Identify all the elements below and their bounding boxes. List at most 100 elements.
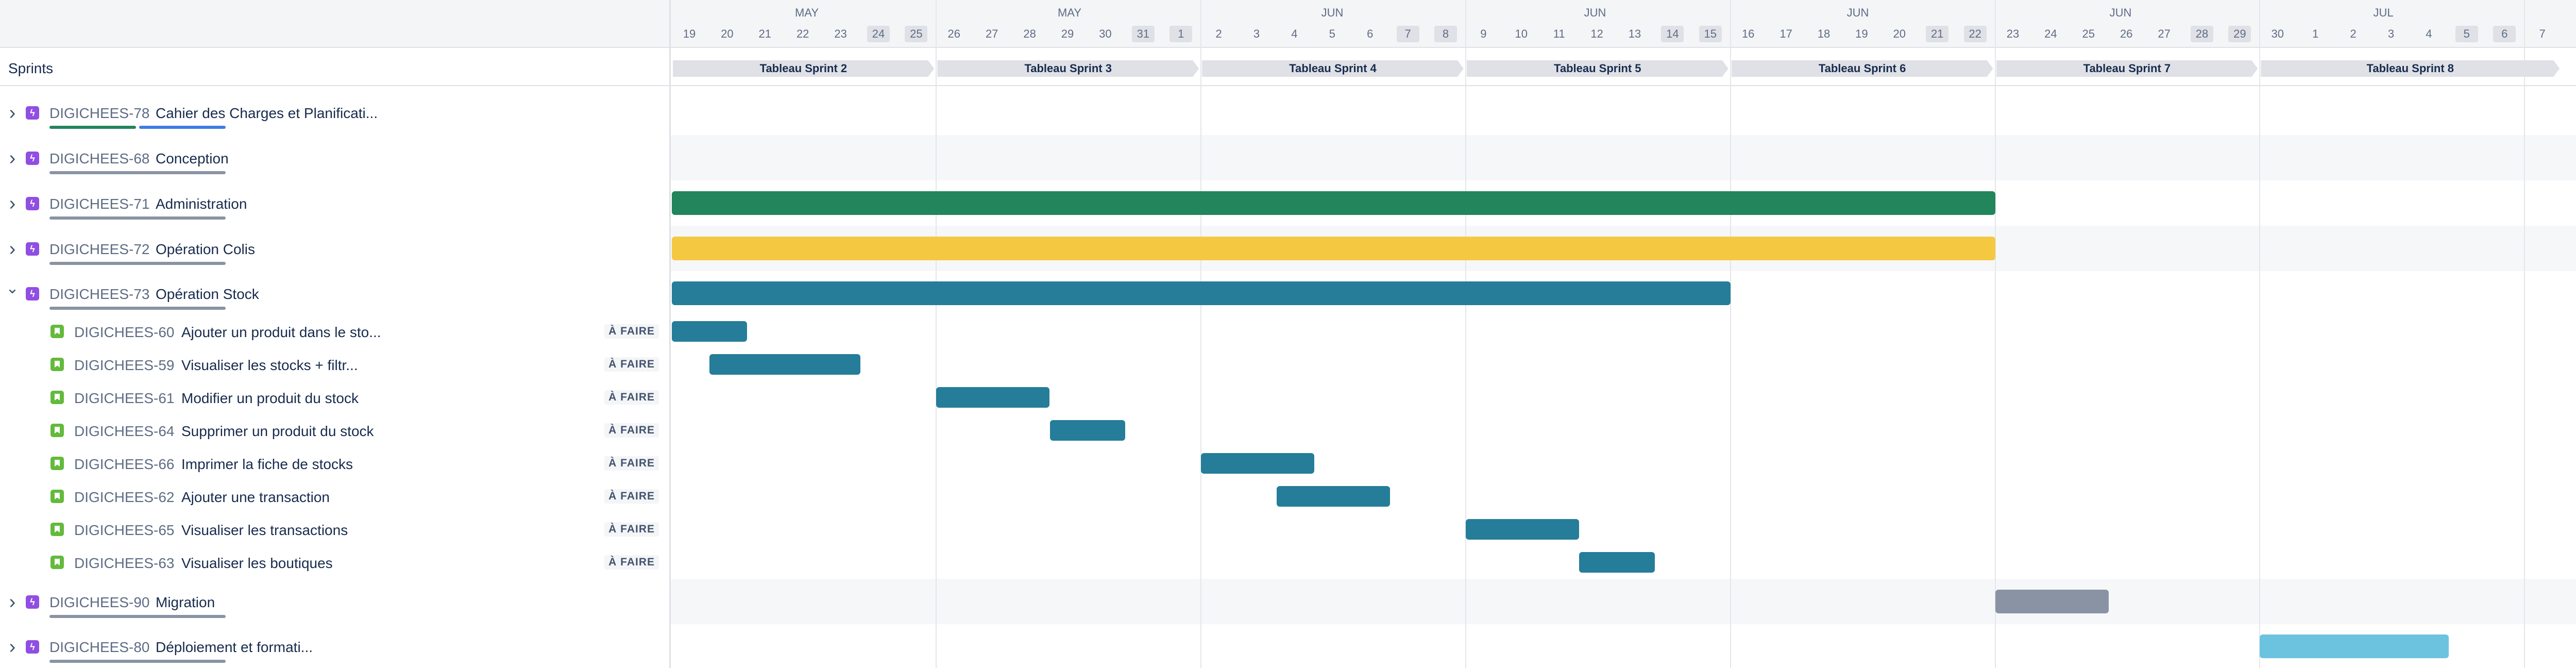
issue-key[interactable]: DIGICHEES-66 xyxy=(74,456,175,473)
issue-title[interactable]: Ajouter un produit dans le sto... xyxy=(181,324,381,341)
sprint-divider xyxy=(2524,0,2526,668)
issue-key[interactable]: DIGICHEES-90 xyxy=(49,594,150,611)
issue-title[interactable]: Supprimer un produit du stock xyxy=(181,423,374,440)
bookmark-icon xyxy=(50,358,64,371)
sprint-pill[interactable]: Tableau Sprint 7 xyxy=(1996,60,2258,77)
sprint-pill[interactable]: Tableau Sprint 6 xyxy=(1732,60,1993,77)
epic-row[interactable]: › ϟ DIGICHEES-72 Opération Colis xyxy=(0,226,669,271)
timeline-bar[interactable] xyxy=(671,281,1731,305)
issue-key[interactable]: DIGICHEES-73 xyxy=(49,286,150,303)
timeline-bar[interactable] xyxy=(1465,519,1580,540)
issue-key[interactable]: DIGICHEES-71 xyxy=(49,196,150,212)
day-label: 1 xyxy=(1170,26,1193,42)
issue-title[interactable]: Administration xyxy=(156,196,247,212)
day-label: 16 xyxy=(1741,27,1755,40)
issue-key[interactable]: DIGICHEES-78 xyxy=(49,105,150,122)
chevron-right-icon[interactable]: › xyxy=(5,239,20,259)
epic-row[interactable]: ⌄ ϟ DIGICHEES-73 Opération Stock xyxy=(0,271,669,315)
chevron-right-icon[interactable]: › xyxy=(5,592,20,612)
sprint-pill[interactable]: Tableau Sprint 4 xyxy=(1202,60,1464,77)
issue-title[interactable]: Visualiser les boutiques xyxy=(181,555,333,572)
timeline-bar[interactable] xyxy=(936,387,1050,408)
issue-key[interactable]: DIGICHEES-60 xyxy=(74,324,175,341)
status-badge[interactable]: À FAIRE xyxy=(604,489,659,504)
chevron-down-icon[interactable]: ⌄ xyxy=(5,280,20,296)
story-row[interactable]: DIGICHEES-64 Supprimer un produit du stoc… xyxy=(0,414,669,447)
story-row[interactable]: DIGICHEES-59 Visualiser les stocks + filt… xyxy=(0,348,669,381)
timeline-bar[interactable] xyxy=(2260,634,2449,658)
issue-key[interactable]: DIGICHEES-65 xyxy=(74,522,175,539)
status-badge[interactable]: À FAIRE xyxy=(604,324,659,339)
issue-title[interactable]: Opération Stock xyxy=(156,286,259,303)
issue-key[interactable]: DIGICHEES-80 xyxy=(49,639,150,656)
issue-key[interactable]: DIGICHEES-68 xyxy=(49,151,150,167)
status-badge[interactable]: À FAIRE xyxy=(604,423,659,438)
sprint-pill[interactable]: Tableau Sprint 8 xyxy=(2261,60,2560,77)
story-row[interactable]: DIGICHEES-66 Imprimer la fiche de stocks À… xyxy=(0,447,669,480)
status-badge[interactable]: À FAIRE xyxy=(604,390,659,405)
epic-row[interactable]: › ϟ DIGICHEES-71 Administration xyxy=(0,180,669,226)
issue-title[interactable]: Conception xyxy=(156,151,229,167)
timeline-bar[interactable] xyxy=(709,354,861,375)
timeline-bar[interactable] xyxy=(1995,590,2109,613)
issue-title[interactable]: Visualiser les transactions xyxy=(181,522,348,539)
issue-key[interactable]: DIGICHEES-61 xyxy=(74,390,175,407)
progress-bar-in-progress xyxy=(139,126,226,129)
issue-key[interactable]: DIGICHEES-72 xyxy=(49,241,150,258)
epic-row[interactable]: › ϟ DIGICHEES-90 Migration xyxy=(0,579,669,624)
day-label: 21 xyxy=(758,27,772,40)
sprint-pill[interactable]: Tableau Sprint 3 xyxy=(937,60,1199,77)
story-row[interactable]: DIGICHEES-61 Modifier un produit du stock… xyxy=(0,381,669,414)
day-label: 8 xyxy=(1434,26,1457,42)
story-row[interactable]: DIGICHEES-63 Visualiser les boutiques À FA… xyxy=(0,546,669,579)
sprint-pill[interactable]: Tableau Sprint 5 xyxy=(1467,60,1728,77)
day-label: 30 xyxy=(1099,27,1112,40)
sprint-pill[interactable]: Tableau Sprint 2 xyxy=(673,60,935,77)
day-label: 26 xyxy=(2120,27,2133,40)
chevron-right-icon[interactable]: › xyxy=(5,637,20,657)
timeline-bar[interactable] xyxy=(1579,552,1655,573)
issue-title[interactable]: Ajouter une transaction xyxy=(181,489,330,506)
timeline-bar[interactable] xyxy=(1049,420,1126,441)
timeline-bar[interactable] xyxy=(671,237,1995,260)
issue-key[interactable]: DIGICHEES-63 xyxy=(74,555,175,572)
day-label: 22 xyxy=(796,27,809,40)
issue-title[interactable]: Migration xyxy=(156,594,215,611)
issue-key[interactable]: DIGICHEES-59 xyxy=(74,357,175,374)
timeline-bar[interactable] xyxy=(671,321,748,342)
epic-row[interactable]: › ϟ DIGICHEES-68 Conception xyxy=(0,135,669,180)
status-badge[interactable]: À FAIRE xyxy=(604,357,659,372)
issue-title[interactable]: Modifier un produit du stock xyxy=(181,390,359,407)
issue-title[interactable]: Imprimer la fiche de stocks xyxy=(181,456,353,473)
chevron-right-icon[interactable]: › xyxy=(5,194,20,213)
issue-title[interactable]: Opération Colis xyxy=(156,241,255,258)
day-label: 6 xyxy=(2493,26,2516,42)
epic-row[interactable]: › ϟ DIGICHEES-80 Déploiement et formati... xyxy=(0,624,669,668)
day-label: 8 xyxy=(2569,26,2576,42)
timeline-bar[interactable] xyxy=(1201,453,1315,474)
chevron-right-icon[interactable]: › xyxy=(5,103,20,123)
issue-title[interactable]: Visualiser les stocks + filtr... xyxy=(181,357,358,374)
issue-title[interactable]: Cahier des Charges et Planificati... xyxy=(156,105,378,122)
issue-key[interactable]: DIGICHEES-64 xyxy=(74,423,175,440)
timeline-bar[interactable] xyxy=(671,191,1995,215)
story-row[interactable]: DIGICHEES-60 Ajouter un produit dans le s… xyxy=(0,315,669,348)
status-badge[interactable]: À FAIRE xyxy=(604,555,659,570)
lightning-icon: ϟ xyxy=(26,197,39,210)
status-badge[interactable]: À FAIRE xyxy=(604,522,659,537)
month-label: JUN xyxy=(1846,6,1869,19)
day-label: 4 xyxy=(2426,27,2432,40)
progress-bar-done xyxy=(49,126,136,129)
issue-key[interactable]: DIGICHEES-62 xyxy=(74,489,175,506)
status-badge[interactable]: À FAIRE xyxy=(604,456,659,471)
story-row[interactable]: DIGICHEES-62 Ajouter une transaction À FAI… xyxy=(0,480,669,513)
month-label: JUN xyxy=(2109,6,2132,19)
story-row[interactable]: DIGICHEES-65 Visualiser les transactions À… xyxy=(0,513,669,546)
issue-list-panel: Sprints › ϟ DIGICHEES-78 Cahier des Charges… xyxy=(0,0,671,668)
chevron-right-icon[interactable]: › xyxy=(5,148,20,168)
timeline-bar[interactable] xyxy=(1276,486,1391,507)
issue-title[interactable]: Déploiement et formati... xyxy=(156,639,313,656)
epic-row[interactable]: › ϟ DIGICHEES-78 Cahier des Charges et Plan… xyxy=(0,90,669,135)
day-label: 9 xyxy=(1480,27,1487,40)
issue-list-header xyxy=(0,0,669,48)
